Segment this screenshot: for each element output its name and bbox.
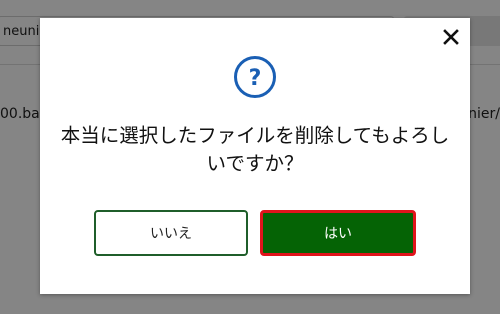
yes-button-label: はい	[324, 226, 352, 242]
confirm-message: 本当に選択したファイルを削除してもよろしいですか？	[60, 124, 450, 175]
question-symbol: ?	[249, 66, 262, 91]
yes-button[interactable]: はい	[260, 210, 416, 256]
confirm-delete-dialog: ? 本当に選択したファイルを削除してもよろしいですか？ いいえ はい	[40, 18, 470, 294]
close-icon	[443, 29, 459, 45]
close-button[interactable]	[438, 24, 464, 50]
question-circle-icon: ?	[234, 56, 276, 98]
no-button[interactable]: いいえ	[94, 210, 248, 256]
no-button-label: いいえ	[150, 226, 192, 242]
app-screen: neunie 00.bak nier/ ? 本当に選択したファイルを削除してもよ…	[0, 0, 500, 314]
